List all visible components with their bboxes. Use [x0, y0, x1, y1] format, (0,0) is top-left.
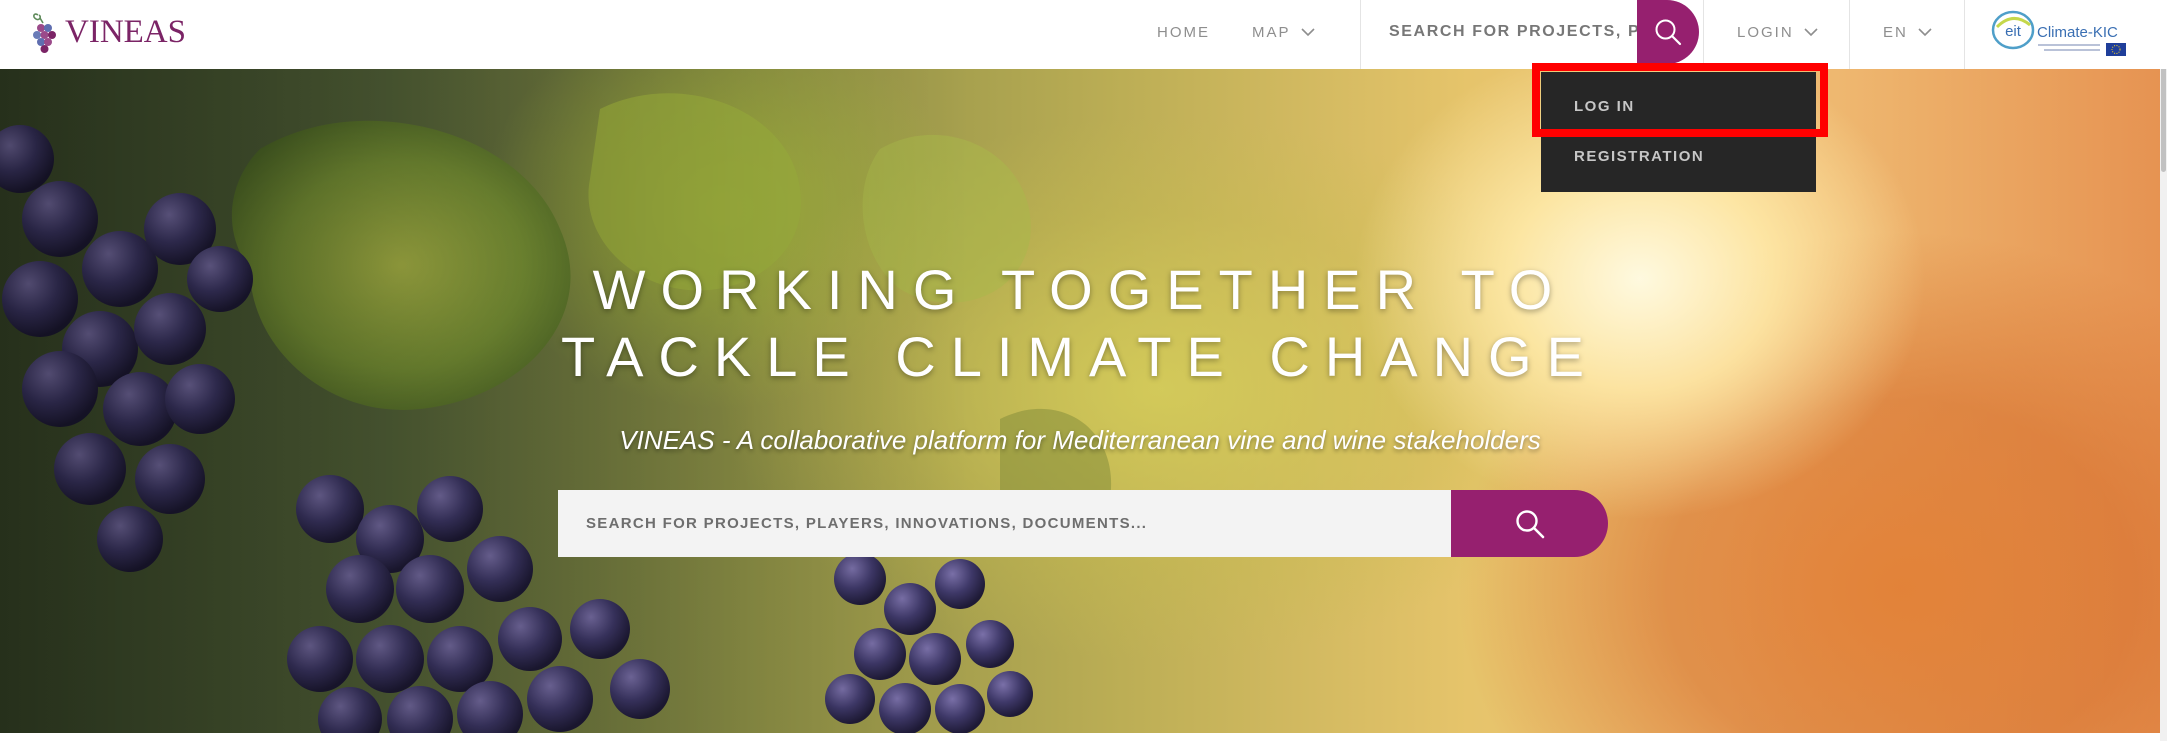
hero-search-input[interactable] — [558, 490, 1451, 557]
nav-home[interactable]: HOME — [1157, 0, 1210, 64]
chevron-down-icon — [1300, 27, 1315, 36]
nav-map[interactable]: MAP — [1252, 0, 1315, 64]
nav-map-label: MAP — [1252, 23, 1291, 41]
chevron-down-icon — [1804, 27, 1818, 36]
header-search-button[interactable] — [1637, 0, 1699, 64]
menu-item-registration[interactable]: REGISTRATION — [1574, 148, 1704, 165]
language-selector[interactable]: EN — [1883, 0, 1932, 64]
vineas-logo[interactable]: VINEAS — [30, 10, 186, 54]
climate-kic-logo[interactable]: eit Climate-KIC — [1990, 7, 2130, 61]
hero-search-button[interactable] — [1451, 490, 1608, 557]
menu-item-log-in[interactable]: LOG IN — [1574, 98, 1635, 115]
hero-title-line-2: TACKLE CLIMATE CHANGE — [561, 325, 1599, 388]
divider — [1703, 0, 1704, 69]
svg-text:eit: eit — [2005, 23, 2022, 40]
hero-banner: WORKING TOGETHER TO TACKLE CLIMATE CHANG… — [0, 69, 2160, 733]
header-search — [1362, 0, 1699, 64]
divider — [1360, 0, 1361, 69]
hero-background-image — [0, 69, 2160, 733]
login-dropdown-menu: LOG IN REGISTRATION — [1541, 72, 1816, 192]
page-content-top — [0, 733, 2160, 741]
site-header: VINEAS HOME MAP LOGIN EN — [0, 0, 2167, 69]
nav-login[interactable]: LOGIN — [1737, 0, 1818, 64]
svg-text:Climate-KIC: Climate-KIC — [2037, 24, 2118, 41]
divider — [1849, 0, 1850, 69]
header-search-input[interactable] — [1362, 0, 1638, 64]
logo-text: VINEAS — [65, 14, 186, 50]
search-icon — [1655, 19, 1682, 46]
hero-subtitle: VINEAS - A collaborative platform for Me… — [619, 425, 1541, 455]
chevron-down-icon — [1918, 27, 1932, 36]
divider — [1964, 0, 1965, 69]
grape-cluster-icon — [33, 13, 56, 53]
search-icon — [1515, 509, 1544, 538]
hero-title-line-1: WORKING TOGETHER TO — [592, 258, 1568, 321]
language-label: EN — [1883, 23, 1908, 41]
nav-login-label: LOGIN — [1737, 23, 1794, 41]
hero-search — [558, 490, 1608, 557]
